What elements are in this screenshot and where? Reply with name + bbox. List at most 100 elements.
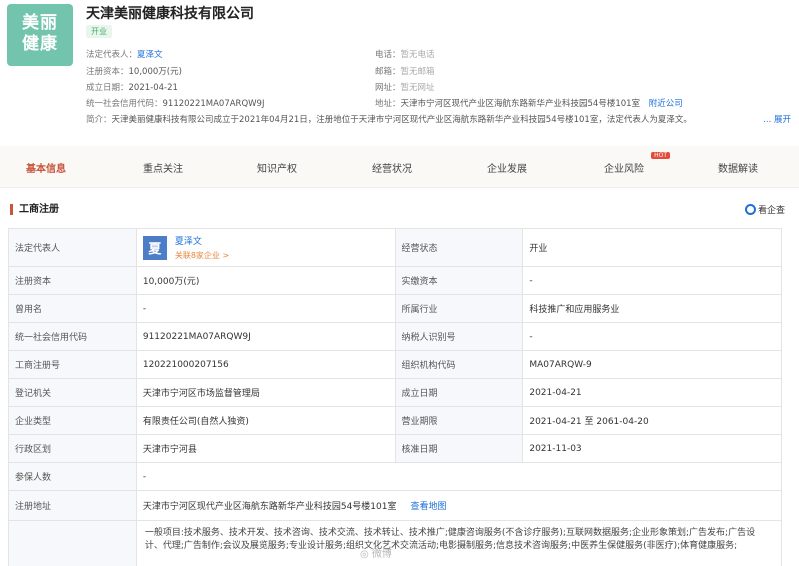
table-row: 曾用名 - 所属行业 科技推广和应用服务业	[9, 295, 782, 323]
tab-bar: 基本信息 重点关注 知识产权 经营状况 企业发展 企业风险 HOT 数据解读	[0, 146, 799, 188]
business-scope: 一般项目:技术服务、技术开发、技术咨询、技术交流、技术转让、技术推广;健康咨询服…	[137, 521, 782, 566]
company-logo: 美丽 健康	[7, 4, 73, 66]
related-companies-link[interactable]: 关联8家企业 >	[175, 250, 229, 261]
email-value: 暂无邮箱	[400, 67, 435, 77]
established-row: 成立日期：2021-04-21	[86, 81, 178, 93]
table-row: 参保人数 -	[9, 463, 782, 491]
established-label: 成立日期：	[86, 83, 129, 93]
tab-risk-label: 企业风险	[604, 164, 644, 175]
company-summary: 简介：天津美丽健康科技有限公司成立于2021年04月21日，注册地位于天津市宁河…	[86, 113, 791, 125]
qcc-label: 看企查	[757, 206, 785, 216]
credit-code-label: 统一社会信用代码：	[86, 99, 163, 109]
legal-rep-cell-label: 法定代表人	[9, 229, 137, 266]
cell-label: 核准日期	[395, 435, 524, 462]
cell-value: 10,000万(元)	[137, 267, 396, 294]
cell-value: 有限责任公司(自然人独资)	[137, 407, 396, 434]
email-row: 邮箱：暂无邮箱	[375, 65, 435, 77]
legal-rep-row: 法定代表人：夏泽文	[86, 48, 163, 60]
biz-status-value: 开业	[523, 229, 782, 266]
section-title: 工商注册	[10, 204, 59, 215]
tab-operations[interactable]: 经营状况	[372, 160, 412, 175]
capital-value: 10,000万(元)	[128, 67, 182, 77]
reg-address-value: 天津市宁河区现代产业区海航东路新华产业科技园54号楼101室	[142, 502, 397, 512]
established-value: 2021-04-21	[128, 83, 178, 93]
address-value: 天津市宁河区现代产业区海航东路新华产业科技园54号楼101室	[400, 99, 641, 109]
cell-label: 工商注册号	[9, 351, 137, 378]
credit-code-value: 91120221MA07ARQW9J	[162, 99, 265, 109]
table-row: 登记机关 天津市宁河区市场监督管理局 成立日期 2021-04-21	[9, 379, 782, 407]
summary-label: 简介：	[86, 115, 112, 125]
table-row: 注册地址 天津市宁河区现代产业区海航东路新华产业科技园54号楼101室 查看地图	[9, 491, 782, 521]
nearby-companies-link[interactable]: 附近公司	[649, 99, 683, 109]
qcc-button[interactable]: 看企查	[744, 203, 785, 216]
logo-text-1: 美丽	[22, 13, 58, 33]
logo-text-2: 健康	[22, 34, 58, 54]
website-label: 网址：	[375, 83, 401, 93]
capital-label: 注册资本：	[86, 67, 129, 77]
legal-rep-name-link[interactable]: 夏泽文	[175, 234, 229, 247]
cell-label: 纳税人识别号	[395, 323, 524, 350]
tab-key-focus[interactable]: 重点关注	[143, 160, 183, 175]
legal-rep-link[interactable]: 夏泽文	[137, 50, 163, 60]
cell-value: 91120221MA07ARQW9J	[137, 323, 396, 350]
avatar: 夏	[142, 235, 167, 260]
phone-label: 电话：	[375, 50, 401, 60]
biz-status-label: 经营状态	[395, 229, 524, 266]
tab-data-analysis[interactable]: 数据解读	[718, 160, 758, 175]
cell-label: 登记机关	[9, 379, 137, 406]
legal-rep-label: 法定代表人：	[86, 50, 138, 60]
insured-label: 参保人数	[9, 463, 137, 490]
reg-address-cell: 天津市宁河区现代产业区海航东路新华产业科技园54号楼101室 查看地图	[137, 491, 782, 520]
cell-value: 2021-11-03	[523, 435, 782, 462]
company-name: 天津美丽健康科技有限公司	[86, 6, 254, 22]
address-row: 地址：天津市宁河区现代产业区海航东路新华产业科技园54号楼101室 附近公司	[375, 97, 683, 109]
email-label: 邮箱：	[375, 67, 401, 77]
cell-label: 统一社会信用代码	[9, 323, 137, 350]
table-row: 企业类型 有限责任公司(自然人独资) 营业期限 2021-04-21 至 206…	[9, 407, 782, 435]
tab-ip[interactable]: 知识产权	[257, 160, 297, 175]
registration-table: 法定代表人 夏 夏泽文 关联8家企业 > 经营状态 开业 注册资本 10,000…	[8, 228, 782, 566]
cell-label: 注册资本	[9, 267, 137, 294]
address-label: 地址：	[375, 99, 401, 109]
cell-value: 2021-04-21	[523, 379, 782, 406]
tab-basic-info[interactable]: 基本信息	[26, 160, 66, 175]
cell-value: 120221000207156	[137, 351, 396, 378]
cell-value: -	[523, 323, 782, 350]
table-row: 法定代表人 夏 夏泽文 关联8家企业 > 经营状态 开业	[9, 229, 782, 267]
cell-label: 行政区划	[9, 435, 137, 462]
cell-label: 成立日期	[395, 379, 524, 406]
cell-value: 天津市宁河区市场监督管理局	[137, 379, 396, 406]
cell-value: 天津市宁河县	[137, 435, 396, 462]
capital-row: 注册资本：10,000万(元)	[86, 65, 182, 77]
table-row: 注册资本 10,000万(元) 实缴资本 -	[9, 267, 782, 295]
summary-text: 天津美丽健康科技有限公司成立于2021年04月21日，注册地位于天津市宁河区现代…	[111, 115, 692, 125]
search-icon	[744, 204, 756, 215]
cell-value: MA07ARQW-9	[523, 351, 782, 378]
cell-label: 曾用名	[9, 295, 137, 322]
table-row: 行政区划 天津市宁河县 核准日期 2021-11-03	[9, 435, 782, 463]
legal-rep-cell: 夏 夏泽文 关联8家企业 >	[137, 229, 396, 266]
table-row: 工商注册号 120221000207156 组织机构代码 MA07ARQW-9	[9, 351, 782, 379]
cell-value: -	[523, 267, 782, 294]
reg-address-label: 注册地址	[9, 491, 137, 520]
website-value: 暂无网址	[400, 83, 435, 93]
cell-value: -	[137, 295, 396, 322]
watermark: ◎ 微博	[360, 549, 392, 560]
cell-label: 实缴资本	[395, 267, 524, 294]
insured-value: -	[137, 463, 782, 490]
website-row: 网址：暂无网址	[375, 81, 435, 93]
status-badge: 开业	[86, 25, 112, 38]
company-header: 美丽 健康 天津美丽健康科技有限公司 开业 法定代表人：夏泽文 注册资本：10,…	[0, 0, 799, 140]
tab-development[interactable]: 企业发展	[487, 160, 527, 175]
hot-badge: HOT	[651, 152, 670, 159]
expand-button[interactable]: ... 展开	[759, 113, 791, 125]
credit-code-row: 统一社会信用代码：91120221MA07ARQW9J	[86, 97, 264, 109]
cell-label: 组织机构代码	[395, 351, 524, 378]
tab-risk[interactable]: 企业风险 HOT	[604, 152, 670, 175]
view-map-link[interactable]: 查看地图	[410, 499, 446, 512]
phone-row: 电话：暂无电话	[375, 48, 435, 60]
cell-value: 科技推广和应用服务业	[523, 295, 782, 322]
cell-label: 所属行业	[395, 295, 524, 322]
cell-label: 企业类型	[9, 407, 137, 434]
cell-value: 2021-04-21 至 2061-04-20	[523, 407, 782, 434]
